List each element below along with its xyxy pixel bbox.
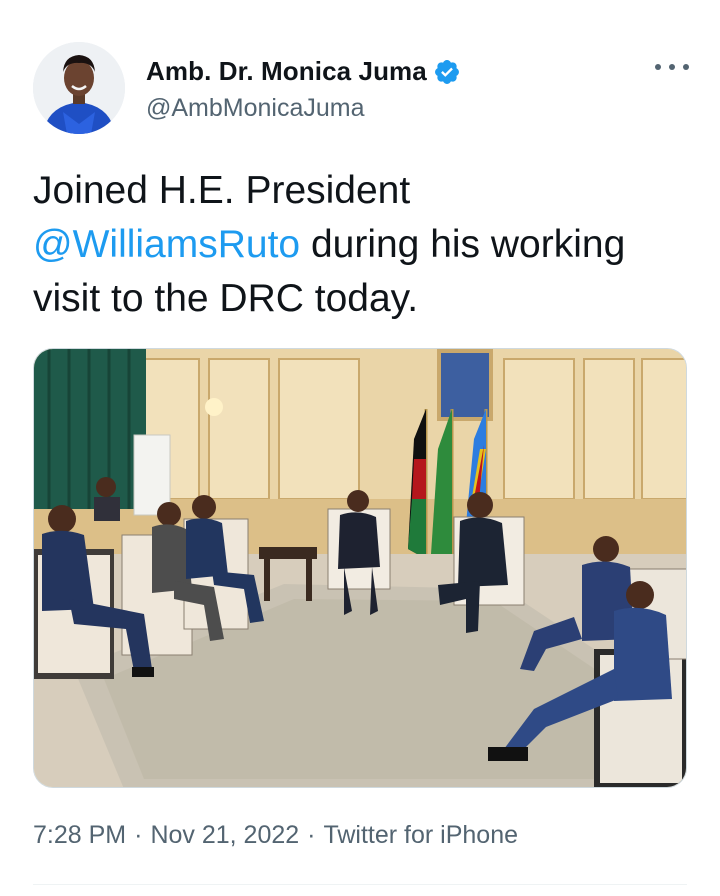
avatar-image [33,42,125,134]
tweet-meta: 7:28 PM · Nov 21, 2022 · Twitter for iPh… [33,821,518,850]
more-dot [669,64,675,70]
author-handle[interactable]: @AmbMonicaJuma [146,94,365,123]
tweet-text: Joined H.E. President @WilliamsRuto duri… [33,164,693,326]
more-dot [683,64,689,70]
tweet-time[interactable]: 7:28 PM [33,821,126,850]
tweet-date[interactable]: Nov 21, 2022 [150,821,299,850]
verified-badge-icon [434,59,459,84]
tweet-source[interactable]: Twitter for iPhone [323,821,518,850]
meeting-photo [34,349,686,787]
meta-separator: · [307,821,316,849]
more-dot [655,64,661,70]
author-display-name[interactable]: Amb. Dr. Monica Juma [146,56,427,87]
tweet-text-start: Joined H.E. President [33,169,411,212]
divider [33,884,687,885]
tweet-header: Amb. Dr. Monica Juma @AmbMonicaJuma [33,42,693,134]
meta-separator: · [134,821,143,849]
author-avatar[interactable] [33,42,125,134]
mention-link[interactable]: @WilliamsRuto [33,223,300,266]
tweet-photo[interactable] [33,348,687,788]
more-options-icon[interactable] [655,56,689,78]
